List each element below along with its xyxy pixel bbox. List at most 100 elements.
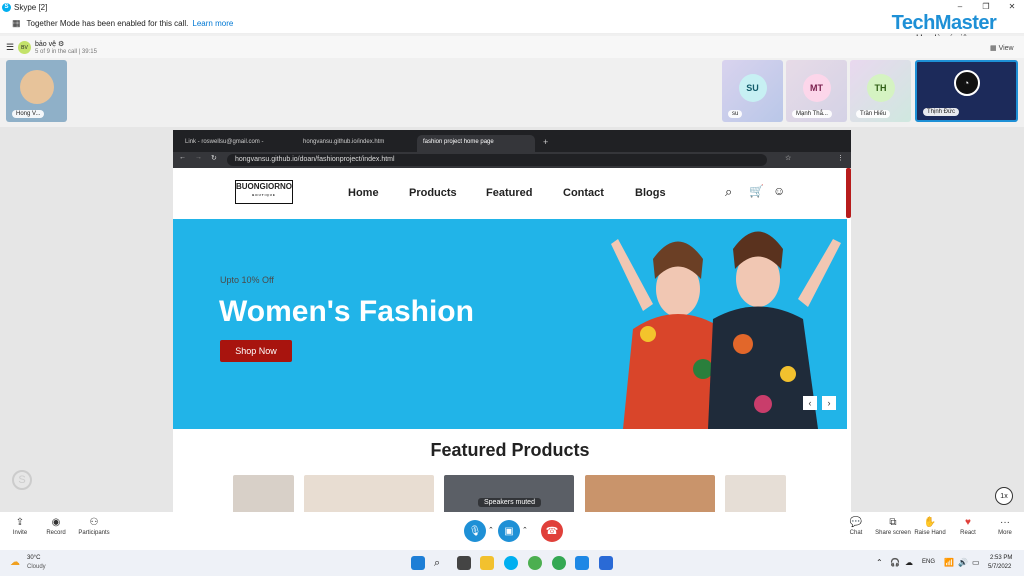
search-icon[interactable]: ⌕: [725, 184, 732, 200]
user-icon[interactable]: ☺: [773, 184, 785, 198]
raise-hand-label: Raise Hand: [914, 530, 946, 536]
tray-chevron-icon[interactable]: ⌃: [876, 558, 883, 567]
wifi-icon[interactable]: 📶: [944, 558, 954, 567]
window-titlebar: S Skype [2] – ❐ ✕: [0, 0, 1024, 14]
record-button[interactable]: ◉ Record: [36, 516, 76, 536]
search-taskbar-icon[interactable]: ⌕: [434, 556, 448, 570]
language-indicator[interactable]: ENG: [922, 559, 935, 565]
share-screen-icon: ⧉: [889, 517, 897, 528]
product-card[interactable]: [304, 475, 434, 512]
headset-icon[interactable]: 🎧: [890, 558, 900, 567]
nav-home[interactable]: Home: [348, 187, 379, 199]
participant-name: Hong V...: [12, 110, 45, 118]
speakers-muted-status: Speakers muted: [478, 498, 541, 507]
cart-icon[interactable]: 🛒: [749, 184, 764, 198]
invite-label: Invite: [12, 530, 28, 536]
nav-contact[interactable]: Contact: [563, 187, 604, 199]
zalo-taskbar-icon[interactable]: [599, 556, 613, 570]
record-icon: ◉: [51, 517, 61, 528]
site-logo[interactable]: BUONGIORNO BOUTIQUE: [235, 180, 293, 204]
participants-icon: ⚇: [89, 517, 99, 528]
bookmark-star-icon[interactable]: ☆: [785, 154, 791, 162]
camera-options-chevron-icon[interactable]: ⌃: [522, 526, 528, 534]
participant-tile-active[interactable]: ◔ Thịnh Đức: [915, 60, 1018, 122]
hamburger-menu-icon[interactable]: ☰: [6, 42, 14, 53]
clock-date[interactable]: 5/7/2022: [988, 564, 1011, 570]
chat-button[interactable]: 💬 Chat: [836, 516, 876, 536]
view-label: View: [998, 45, 1014, 52]
participant-tile[interactable]: Hong V...: [6, 60, 67, 122]
skype-taskbar-icon[interactable]: [504, 556, 518, 570]
more-button[interactable]: ··· More: [985, 516, 1024, 536]
view-button[interactable]: ▦ View: [990, 44, 1014, 52]
shop-now-button[interactable]: Shop Now: [220, 340, 292, 362]
volume-icon[interactable]: 🔊: [958, 558, 968, 567]
group-avatar[interactable]: BV: [18, 41, 31, 54]
new-tab-button[interactable]: +: [537, 133, 554, 150]
file-explorer-icon[interactable]: [480, 556, 494, 570]
camera-button[interactable]: ▣: [498, 520, 520, 542]
more-label: More: [998, 530, 1012, 536]
browser-tab[interactable]: Link - roswellsu@gmail.com -: [179, 135, 269, 152]
start-button-icon[interactable]: [411, 556, 425, 570]
chrome-taskbar-icon-2[interactable]: [552, 556, 566, 570]
clock-time[interactable]: 2:53 PM: [990, 555, 1012, 561]
nav-products[interactable]: Products: [409, 187, 457, 199]
camera-icon: ▣: [504, 525, 514, 537]
hero-banner: Upto 10% Off Women's Fashion Shop Now ‹ …: [173, 219, 847, 429]
page-scrollbar[interactable]: [846, 168, 851, 218]
participant-avatar: TH: [866, 74, 895, 102]
browser-menu-icon[interactable]: ⋮: [837, 154, 844, 162]
weather-temp: 30°C: [27, 555, 41, 561]
participant-avatar: SU: [738, 74, 767, 102]
end-call-button[interactable]: ☎: [541, 520, 563, 542]
microphone-icon: 🎙: [468, 525, 482, 537]
reload-icon[interactable]: ↻: [211, 154, 217, 162]
nav-blogs[interactable]: Blogs: [635, 187, 666, 199]
chrome-taskbar-icon[interactable]: [528, 556, 542, 570]
forward-icon[interactable]: →: [195, 154, 202, 161]
call-name[interactable]: bảo vệ ⚙: [35, 40, 64, 48]
brand-name: TechMaster: [891, 12, 997, 34]
invite-button[interactable]: ⇪ Invite: [0, 516, 40, 536]
product-card[interactable]: [585, 475, 715, 512]
site-logo-text: BUONGIORNO: [236, 182, 292, 191]
battery-icon[interactable]: ▭: [972, 558, 980, 567]
participant-tile[interactable]: MT Mạnh Thắ...: [786, 60, 847, 122]
back-icon[interactable]: ←: [179, 154, 186, 161]
learn-more-link[interactable]: Learn more: [192, 19, 233, 28]
obs-logo-icon: ◔: [953, 70, 980, 96]
website-viewport: BUONGIORNO BOUTIQUE Home Products Feature…: [173, 168, 851, 512]
people-icon: ▦: [12, 18, 21, 28]
address-bar[interactable]: hongvansu.github.io/doan/fashionproject/…: [227, 154, 767, 166]
product-card[interactable]: [233, 475, 294, 512]
participant-tile[interactable]: SU su: [722, 60, 783, 122]
zoom-level-button[interactable]: 1x: [995, 487, 1013, 505]
notepad-taskbar-icon[interactable]: [575, 556, 589, 570]
carousel-prev-button[interactable]: ‹: [803, 396, 817, 410]
mic-options-chevron-icon[interactable]: ⌃: [488, 526, 494, 534]
call-status: 5 of 9 in the call | 39:15: [35, 49, 97, 55]
share-screen-label: Share screen: [875, 530, 911, 536]
participants-button[interactable]: ⚇ Participants: [74, 516, 114, 536]
onedrive-icon[interactable]: ☁: [905, 558, 913, 567]
hand-icon: ✋: [923, 517, 937, 528]
hero-kicker: Upto 10% Off: [220, 275, 274, 285]
windows-taskbar: ☁ 30°C Cloudy ⌕ ⌃ 🎧 ☁ ENG 📶 🔊 ▭ 2:53 PM …: [0, 550, 1024, 576]
share-screen-button[interactable]: ⧉ Share screen: [873, 516, 913, 536]
carousel-next-button[interactable]: ›: [822, 396, 836, 410]
call-header: ☰ BV bảo vệ ⚙ 5 of 9 in the call | 39:15…: [0, 36, 1024, 58]
browser-tab[interactable]: hongvansu.github.io/index.htm: [297, 135, 390, 152]
react-label: React: [960, 530, 976, 536]
product-card[interactable]: [725, 475, 786, 512]
browser-tab-active[interactable]: fashion project home page: [417, 135, 535, 152]
heart-icon: ♥: [965, 517, 971, 528]
hang-up-icon: ☎: [545, 525, 559, 537]
window-title: Skype [2]: [14, 2, 48, 12]
react-button[interactable]: ♥ React: [948, 516, 988, 536]
raise-hand-button[interactable]: ✋ Raise Hand: [910, 516, 950, 536]
microphone-button[interactable]: 🎙: [464, 520, 486, 542]
task-view-icon[interactable]: [457, 556, 471, 570]
participant-tile[interactable]: TH Trần Hiếu: [850, 60, 911, 122]
nav-featured[interactable]: Featured: [486, 187, 532, 199]
